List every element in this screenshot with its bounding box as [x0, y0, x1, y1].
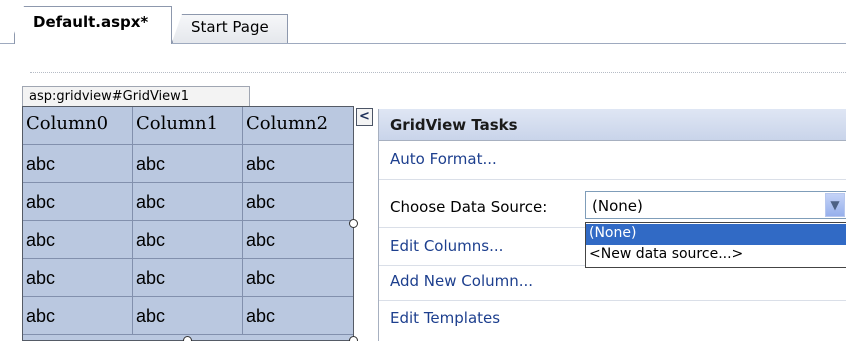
grid-cell: abc [133, 297, 243, 335]
table-row: abc abc abc [23, 145, 353, 183]
table-row: abc abc abc [23, 259, 353, 297]
resize-handle-corner[interactable] [349, 336, 358, 341]
grid-cell: abc [243, 259, 353, 297]
gridview-control[interactable]: Column0 Column1 Column2 abc abc abc abc … [22, 106, 354, 341]
document-tab-strip: Default.aspx* Start Page [0, 0, 846, 44]
resize-handle-right[interactable] [349, 219, 358, 228]
resize-handle-bottom[interactable] [183, 336, 192, 341]
tab-start-page[interactable]: Start Page [172, 14, 288, 44]
grid-header-cell: Column0 [23, 107, 133, 145]
table-row: abc abc abc [23, 297, 353, 335]
edit-columns-link[interactable]: Edit Columns... [390, 237, 503, 255]
grid-header-row: Column0 Column1 Column2 [23, 107, 353, 145]
grid-header-cell: Column2 [243, 107, 353, 145]
chevron-left-icon: < [359, 109, 370, 124]
data-source-dropdown-list[interactable]: (None) <New data source...> [585, 222, 846, 268]
tasks-panel-title: GridView Tasks [379, 109, 846, 141]
grid-cell: abc [23, 145, 133, 183]
dropdown-option-new-data-source[interactable]: <New data source...> [586, 245, 846, 266]
smart-tag-collapse-button[interactable]: < [356, 108, 373, 126]
grid-cell: abc [243, 145, 353, 183]
grid-cell: abc [23, 259, 133, 297]
design-surface-guide [30, 72, 846, 73]
task-divider [379, 179, 846, 180]
grid-cell: abc [133, 145, 243, 183]
grid-cell: abc [23, 183, 133, 221]
data-source-combobox[interactable]: (None) ▼ [585, 191, 846, 219]
grid-cell: abc [133, 183, 243, 221]
grid-header-cell: Column1 [133, 107, 243, 145]
task-divider [379, 300, 846, 301]
edit-templates-link[interactable]: Edit Templates [390, 309, 500, 327]
choose-data-source-label: Choose Data Source: [390, 198, 548, 216]
table-row: abc abc abc [23, 221, 353, 259]
auto-format-link[interactable]: Auto Format... [390, 150, 497, 168]
grid-cell: abc [243, 221, 353, 259]
gridview-tasks-panel: GridView Tasks Auto Format... Choose Dat… [378, 109, 846, 341]
tab-default-aspx[interactable]: Default.aspx* [14, 6, 172, 44]
grid-cell: abc [243, 297, 353, 335]
grid-cell: abc [23, 297, 133, 335]
grid-cell: abc [133, 259, 243, 297]
table-row: abc abc abc [23, 183, 353, 221]
dropdown-option-none[interactable]: (None) [586, 224, 846, 245]
data-source-value: (None) [592, 197, 643, 215]
grid-cell: abc [23, 221, 133, 259]
grid-cell: abc [243, 183, 353, 221]
chevron-down-icon[interactable]: ▼ [825, 193, 845, 217]
add-new-column-link[interactable]: Add New Column... [390, 272, 533, 290]
grid-cell: abc [133, 221, 243, 259]
control-tag-label: asp:gridview#GridView1 [22, 86, 250, 106]
